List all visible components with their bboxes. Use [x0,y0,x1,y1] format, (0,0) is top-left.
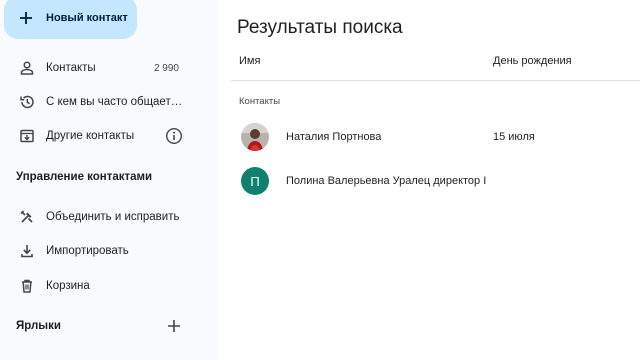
person-icon [19,60,35,76]
sidebar-item-label: Корзина [46,280,90,292]
download-icon [19,243,35,259]
contacts-count: 2 990 [153,62,179,74]
avatar: П [241,167,269,195]
sidebar-item-label: С кем вы часто общает… [46,96,183,108]
sidebar-item-import[interactable]: Импортировать [0,236,218,266]
add-label-icon[interactable] [166,318,182,334]
sidebar-item-frequent[interactable]: С кем вы часто общает… [0,87,218,117]
manage-contacts-heading: Управление контактами [16,171,153,183]
column-header-birthday[interactable]: День рождения [493,55,572,67]
avatar-letter: П [250,173,260,189]
contact-name: Полина Валерьевна Уралец директор I [286,175,486,187]
info-icon[interactable] [165,127,183,145]
column-header-name[interactable]: Имя [239,55,260,67]
sidebar-item-label: Контакты [46,62,96,74]
sidebar-item-label: Другие контакты [46,130,135,142]
contact-birthday: 15 июля [493,131,535,143]
sidebar-item-label: Объединить и исправить [46,211,180,223]
tools-icon [19,209,35,225]
table-row[interactable]: П Полина Валерьевна Уралец директор I [231,161,640,201]
contact-name: Наталия Портнова [286,131,382,143]
header-divider [231,80,640,81]
trash-icon [19,278,35,294]
archive-download-icon [19,128,35,144]
sidebar-item-contacts[interactable]: Контакты 2 990 [0,53,218,83]
sidebar-item-merge-fix[interactable]: Объединить и исправить [0,202,218,232]
labels-heading: Ярлыки [16,320,61,332]
main-content: Результаты поиска Имя День рождения Конт… [218,0,640,360]
sidebar-item-label: Импортировать [46,245,129,257]
table-row[interactable]: Наталия Портнова 15 июля [231,117,640,157]
group-label: Контакты [239,96,281,107]
sidebar-item-trash[interactable]: Корзина [0,271,218,301]
history-icon [19,94,35,110]
plus-icon [20,11,32,24]
page-title: Результаты поиска [237,17,403,38]
new-contact-button[interactable]: Новый контакт [4,0,137,39]
sidebar: Новый контакт Контакты 2 990 С кем вы ча… [0,0,218,360]
avatar [241,123,269,151]
new-contact-label: Новый контакт [46,11,128,24]
sidebar-item-other-contacts[interactable]: Другие контакты [0,121,218,151]
